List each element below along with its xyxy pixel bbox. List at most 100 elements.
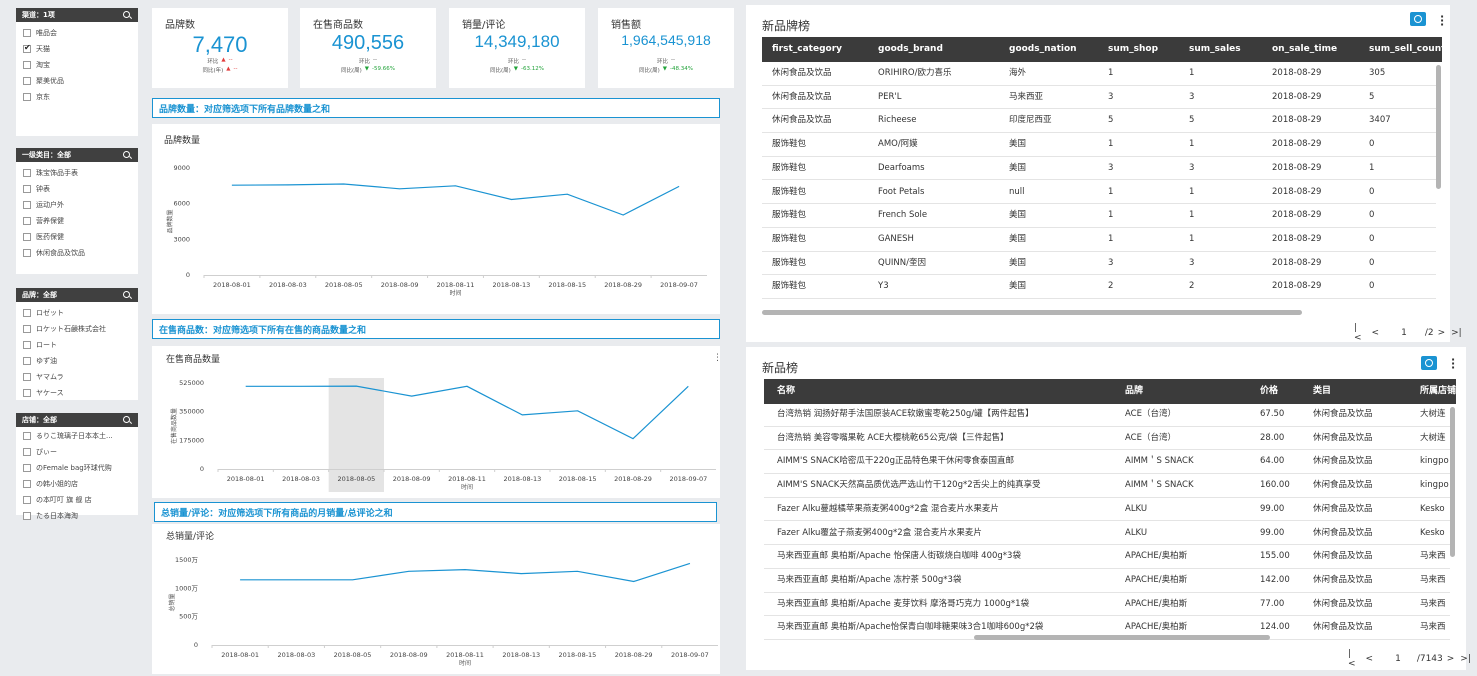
horizontal-scrollbar[interactable] (762, 310, 1302, 315)
column-header[interactable]: goods_brand (878, 37, 943, 62)
category-filter-option[interactable]: 珠宝饰品手表 (23, 165, 131, 181)
table-row[interactable]: 服饰鞋包 Dearfoams 美国 3 3 2018-08-29 1 (762, 157, 1436, 181)
current-page[interactable]: 1 (1395, 654, 1401, 664)
data-point[interactable] (510, 198, 512, 200)
table-row[interactable]: Fazer Alku覆盆子燕麦粥400g*2盒 混合麦片水果麦片 ALKU 99.0… (764, 522, 1450, 546)
brand-filter-option[interactable]: ロケット石鹸株式会社 (23, 321, 131, 337)
channel-filter-option[interactable]: 淘宝 (23, 57, 131, 73)
checkbox[interactable] (23, 93, 31, 101)
table-row[interactable]: 服饰鞋包 QUINN/奎因 美国 3 3 2018-08-29 0 (762, 252, 1436, 276)
checkbox[interactable] (23, 185, 31, 193)
checkbox[interactable] (23, 512, 31, 520)
checkbox[interactable] (23, 309, 31, 317)
data-point[interactable] (689, 562, 691, 564)
search-icon[interactable] (123, 10, 132, 20)
vertical-scrollbar[interactable] (1436, 65, 1441, 189)
table-row[interactable]: 台湾热销 美容零嘴果乾 ACE大樱桃乾65公克/袋【三件起售】 ACE（台湾） 28… (764, 427, 1450, 451)
series-line[interactable] (245, 385, 689, 440)
table-row[interactable]: 服饰鞋包 French Sole 美国 1 1 2018-08-29 0 (762, 204, 1436, 228)
table-row[interactable]: 服饰鞋包 Y3 美国 2 2 2018-08-29 0 (762, 275, 1436, 299)
shop-filter-option[interactable]: るりこ琉璃子日本本土... (23, 428, 131, 444)
search-icon[interactable] (123, 150, 132, 160)
data-point[interactable] (622, 214, 624, 216)
data-point[interactable] (632, 580, 634, 582)
column-header[interactable]: sum_sales (1189, 37, 1241, 62)
checkbox[interactable] (23, 357, 31, 365)
refresh-icon[interactable] (1410, 12, 1426, 26)
checkbox[interactable] (23, 249, 31, 257)
table-row[interactable]: 服饰鞋包 GANESH 美国 1 1 2018-08-29 0 (762, 228, 1436, 252)
column-header[interactable]: 名称 (777, 379, 795, 404)
brand-filter-option[interactable]: ロゼット (23, 305, 131, 321)
shop-filter-option[interactable]: のFemale bag环球代购 (23, 460, 131, 476)
data-point[interactable] (678, 185, 680, 187)
more-menu-icon[interactable]: ⋮ (713, 353, 722, 363)
table-row[interactable]: 服饰鞋包 Foot Petals null 1 1 2018-08-29 0 (762, 181, 1436, 205)
last-page-button[interactable]: >| (1460, 654, 1471, 664)
table-row[interactable]: 马来西亚直邮 奥柏斯/Apache 麦芽饮料 摩洛哥巧克力 1000g*1袋 AP… (764, 593, 1450, 617)
checkbox[interactable] (23, 233, 31, 241)
table-row[interactable]: 马来西亚直邮 奥柏斯/Apache 怡保唐人街碳烧白咖啡 400g*3袋 APAC… (764, 545, 1450, 569)
column-header[interactable]: 所属店铺 (1420, 379, 1456, 404)
table-row[interactable]: 台湾热销 润扬好帮手法国原装ACE软嫩蜜枣乾250g/罐【两件起售】 ACE（台湾… (764, 403, 1450, 427)
column-header[interactable]: 价格 (1260, 379, 1278, 404)
data-point[interactable] (520, 572, 522, 574)
data-point[interactable] (464, 568, 466, 570)
column-header[interactable]: 类目 (1313, 379, 1331, 404)
data-point[interactable] (566, 193, 568, 195)
vertical-scrollbar[interactable] (1450, 407, 1455, 557)
prev-page-button[interactable]: < (1372, 328, 1380, 338)
data-point[interactable] (576, 410, 578, 412)
data-point[interactable] (355, 385, 357, 387)
channel-filter-option[interactable]: 京东 (23, 89, 131, 105)
table-row[interactable]: 休闲食品及饮品 PER'L 马来西亚 3 3 2018-08-29 5 (762, 86, 1436, 110)
brand-filter-option[interactable]: ヤケース (23, 385, 131, 401)
first-page-button[interactable]: |< (1354, 323, 1362, 343)
prev-page-button[interactable]: < (1366, 654, 1374, 664)
more-menu-icon[interactable]: · · · (1451, 354, 1455, 373)
channel-filter-option[interactable]: 天猫 (23, 41, 131, 57)
last-page-button[interactable]: >| (1451, 328, 1462, 338)
horizontal-scrollbar[interactable] (974, 635, 1270, 640)
checkbox[interactable] (23, 373, 31, 381)
channel-filter-option[interactable]: 聚美优品 (23, 73, 131, 89)
checkbox[interactable] (23, 325, 31, 333)
checkbox[interactable] (23, 480, 31, 488)
search-icon[interactable] (123, 415, 132, 425)
data-point[interactable] (687, 385, 689, 387)
checkbox[interactable] (23, 448, 31, 456)
data-point[interactable] (466, 385, 468, 387)
column-header[interactable]: 品牌 (1125, 379, 1143, 404)
checkbox[interactable] (23, 432, 31, 440)
series-line[interactable] (231, 183, 680, 216)
column-header[interactable]: goods_nation (1009, 37, 1077, 62)
series-line[interactable] (240, 562, 691, 583)
checkbox[interactable] (23, 464, 31, 472)
column-header[interactable]: sum_sell_count (1369, 37, 1445, 62)
column-header[interactable]: first_category (772, 37, 842, 62)
category-filter-option[interactable]: 营养保健 (23, 213, 131, 229)
channel-filter-option[interactable]: 唯品会 (23, 25, 131, 41)
first-page-button[interactable]: |< (1348, 649, 1356, 669)
brand-filter-option[interactable]: ヤマムラ (23, 369, 131, 385)
data-point[interactable] (398, 188, 400, 190)
column-header[interactable]: sum_shop (1108, 37, 1158, 62)
refresh-icon[interactable] (1421, 356, 1437, 370)
table-row[interactable]: 马来西亚直邮 奥柏斯/Apache 冻柠茶 500g*3袋 APACHE/奥柏斯 1… (764, 569, 1450, 593)
data-point[interactable] (239, 579, 241, 581)
data-point[interactable] (351, 579, 353, 581)
data-point[interactable] (521, 414, 523, 416)
next-page-button[interactable]: > (1438, 328, 1446, 338)
checkbox[interactable] (23, 201, 31, 209)
search-icon[interactable] (123, 290, 132, 300)
data-point[interactable] (231, 184, 233, 186)
checkbox[interactable] (23, 496, 31, 504)
checkbox[interactable] (23, 61, 31, 69)
column-header[interactable]: on_sale_time (1272, 37, 1337, 62)
shop-filter-option[interactable]: たる日本海淘 (23, 508, 131, 524)
brand-filter-option[interactable]: ゆず油 (23, 353, 131, 369)
data-point[interactable] (632, 437, 634, 439)
next-page-button[interactable]: > (1447, 654, 1455, 664)
category-filter-option[interactable]: 钟表 (23, 181, 131, 197)
table-row[interactable]: Fazer Alku蔓越橘苹果燕麦粥400g*2盒 混合麦片水果麦片 ALKU 99… (764, 498, 1450, 522)
